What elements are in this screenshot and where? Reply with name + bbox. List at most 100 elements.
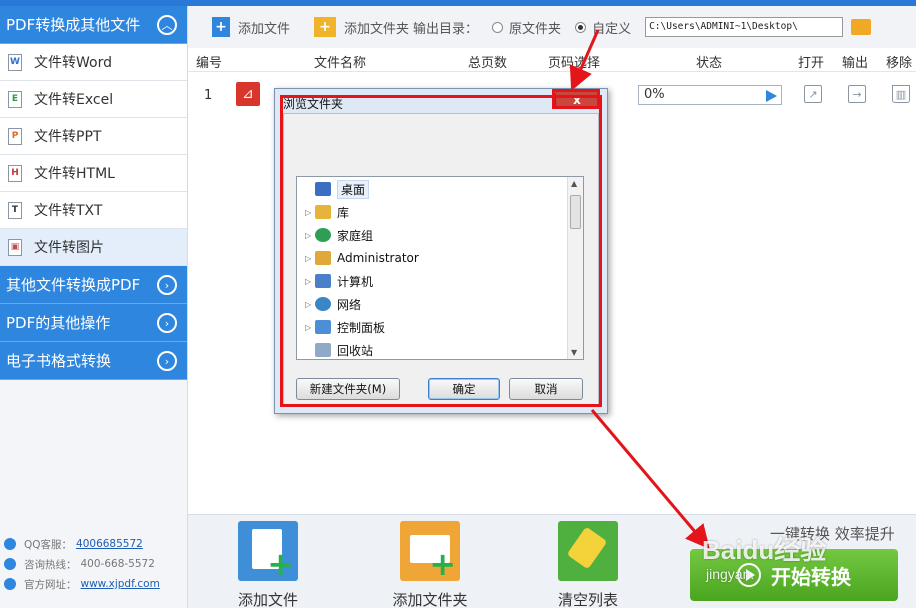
site-label: 官方网址： bbox=[24, 578, 77, 591]
add-file-label: 添加文件 bbox=[238, 21, 291, 37]
dialog-body: 桌面 ▷ 库 ▷ 家庭组 ▷ Administrator ▷ 计算机 ▷ 网络 … bbox=[283, 113, 599, 407]
new-folder-label: 新建文件夹(M) bbox=[309, 382, 387, 396]
image-file-icon: ▣ bbox=[8, 238, 22, 256]
radio-original-folder[interactable]: 原文件夹 bbox=[492, 18, 561, 37]
tree-item-desktop[interactable]: 桌面 bbox=[297, 179, 370, 199]
pdf-file-icon: ⊿ bbox=[236, 82, 260, 106]
network-icon bbox=[315, 297, 331, 311]
tree-item-label: 计算机 bbox=[337, 274, 374, 289]
add-folder-label: 添加文件夹 bbox=[344, 21, 410, 37]
tree-item-recycle-bin[interactable]: 回收站 bbox=[297, 340, 373, 360]
sidebar-group-pdf-other-ops[interactable]: PDF的其他操作 › bbox=[0, 304, 187, 342]
sidebar-item-label: 文件转HTML bbox=[34, 166, 115, 182]
watermark-logo: Baidu经验 bbox=[702, 535, 827, 565]
cancel-button[interactable]: 取消 bbox=[509, 378, 583, 400]
tree-item-administrator[interactable]: ▷ Administrator bbox=[297, 248, 419, 268]
col-page-select: 页码选择 bbox=[548, 56, 601, 71]
tree-item-computer[interactable]: ▷ 计算机 bbox=[297, 271, 373, 291]
site-link[interactable]: www.xjpdf.com bbox=[81, 578, 160, 590]
table-header: 编号 文件名称 总页数 页码选择 状态 打开 输出 移除 bbox=[188, 48, 916, 72]
tree-scrollbar[interactable]: ▲ ▼ bbox=[567, 177, 583, 359]
expand-arrow-icon[interactable]: ▷ bbox=[305, 231, 315, 240]
sidebar-item-image[interactable]: ▣ 文件转图片 bbox=[0, 229, 187, 266]
add-folder-large-icon: + bbox=[400, 521, 460, 581]
sidebar-group-pdf-to-other[interactable]: PDF转换成其他文件 ︿ bbox=[0, 6, 187, 44]
add-folder-icon: + bbox=[314, 17, 337, 37]
scroll-up-icon[interactable]: ▲ bbox=[571, 179, 577, 188]
output-path-input[interactable]: C:\Users\ADMINI~1\Desktop\ bbox=[645, 17, 844, 37]
expand-arrow-icon[interactable]: ▷ bbox=[305, 254, 315, 263]
scroll-down-icon[interactable]: ▼ bbox=[571, 348, 577, 357]
col-name: 文件名称 bbox=[314, 56, 367, 71]
toolbar: + 添加文件 + 添加文件夹 输出目录： 原文件夹 自定义 C:\Users\A… bbox=[188, 6, 916, 48]
radio-custom[interactable]: 自定义 bbox=[575, 18, 631, 37]
recycle-bin-icon bbox=[315, 343, 331, 357]
close-button[interactable]: x bbox=[555, 91, 599, 109]
col-output: 输出 bbox=[842, 56, 869, 71]
expand-arrow-icon[interactable]: ▷ bbox=[305, 208, 315, 217]
sidebar-group-other-to-pdf[interactable]: 其他文件转换成PDF › bbox=[0, 266, 187, 304]
sidebar-item-txt[interactable]: T 文件转TXT bbox=[0, 192, 187, 229]
tree-item-label: 网络 bbox=[337, 297, 362, 312]
tree-item-control-panel[interactable]: ▷ 控制面板 bbox=[297, 317, 385, 337]
add-file-large-icon: + bbox=[238, 521, 298, 581]
watermark-subtext: jingyan. bbox=[706, 566, 755, 582]
expand-arrow-icon[interactable]: ▷ bbox=[305, 277, 315, 286]
cancel-label: 取消 bbox=[534, 382, 558, 396]
sidebar-item-excel[interactable]: E 文件转Excel bbox=[0, 81, 187, 118]
big-add-file-label: 添加文件 bbox=[237, 591, 298, 608]
sidebar-group-ebook[interactable]: 电子书格式转换 › bbox=[0, 342, 187, 380]
radio-label: 原文件夹 bbox=[509, 21, 562, 37]
hotline: 咨询热线： 400-668-5572 bbox=[0, 554, 188, 574]
expand-arrow-icon[interactable]: ▷ bbox=[305, 323, 315, 332]
tree-item-label: 家庭组 bbox=[337, 228, 374, 243]
big-add-file-button[interactable]: + 添加文件 bbox=[218, 521, 318, 608]
tree-item-label: 控制面板 bbox=[337, 320, 386, 335]
sidebar-item-ppt[interactable]: P 文件转PPT bbox=[0, 118, 187, 155]
new-folder-button[interactable]: 新建文件夹(M) bbox=[296, 378, 400, 400]
sidebar: PDF转换成其他文件 ︿ W 文件转Word E 文件转Excel P 文件转P… bbox=[0, 6, 188, 608]
sidebar-footer: QQ客服： 4006685572 咨询热线： 400-668-5572 官方网址… bbox=[0, 534, 188, 594]
homegroup-icon bbox=[315, 228, 331, 242]
output-dir-label: 输出目录： bbox=[413, 21, 479, 37]
browse-folder-icon[interactable] bbox=[851, 19, 872, 35]
add-file-button[interactable]: + 添加文件 bbox=[212, 17, 290, 37]
control-panel-icon bbox=[315, 320, 331, 334]
clear-list-button[interactable]: 清空列表 bbox=[538, 521, 638, 608]
sidebar-item-label: 文件转图片 bbox=[34, 240, 104, 256]
sidebar-group-label: PDF的其他操作 bbox=[6, 314, 111, 332]
html-file-icon: H bbox=[8, 164, 22, 182]
open-icon[interactable]: ↗ bbox=[804, 85, 822, 103]
col-index: 编号 bbox=[196, 56, 223, 71]
sidebar-item-html[interactable]: H 文件转HTML bbox=[0, 155, 187, 192]
tree-item-label: 桌面 bbox=[337, 179, 370, 199]
tree-item-label: Administrator bbox=[337, 251, 419, 265]
user-folder-icon bbox=[315, 251, 331, 265]
tree-item-label: 库 bbox=[337, 205, 350, 220]
plus-icon: + bbox=[267, 545, 294, 583]
sidebar-group-label: 其他文件转换成PDF bbox=[6, 276, 141, 294]
ok-button[interactable]: 确定 bbox=[428, 378, 500, 400]
radio-selected-icon bbox=[575, 21, 587, 33]
trash-icon[interactable]: ▥ bbox=[892, 85, 910, 103]
tree-item-network[interactable]: ▷ 网络 bbox=[297, 294, 361, 314]
play-icon[interactable] bbox=[766, 90, 777, 102]
tree-item-library[interactable]: ▷ 库 bbox=[297, 202, 349, 222]
qq-icon bbox=[4, 538, 16, 550]
scroll-thumb[interactable] bbox=[570, 195, 581, 229]
folder-tree[interactable]: 桌面 ▷ 库 ▷ 家庭组 ▷ Administrator ▷ 计算机 ▷ 网络 … bbox=[296, 176, 584, 360]
qq-link[interactable]: 4006685572 bbox=[76, 538, 143, 550]
col-status: 状态 bbox=[696, 56, 723, 71]
col-remove: 移除 bbox=[886, 56, 913, 71]
chevron-right-icon: › bbox=[157, 351, 177, 371]
sidebar-item-word[interactable]: W 文件转Word bbox=[0, 44, 187, 81]
library-icon bbox=[315, 205, 331, 219]
output-icon[interactable]: → bbox=[848, 85, 866, 103]
tree-item-homegroup[interactable]: ▷ 家庭组 bbox=[297, 225, 373, 245]
add-folder-button[interactable]: + 添加文件夹 bbox=[314, 17, 409, 37]
big-add-folder-button[interactable]: + 添加文件夹 bbox=[380, 521, 480, 608]
expand-arrow-icon[interactable]: ▷ bbox=[305, 300, 315, 309]
ok-label: 确定 bbox=[452, 382, 476, 396]
hotline-value: 400-668-5572 bbox=[80, 558, 155, 570]
radio-label: 自定义 bbox=[592, 21, 632, 37]
